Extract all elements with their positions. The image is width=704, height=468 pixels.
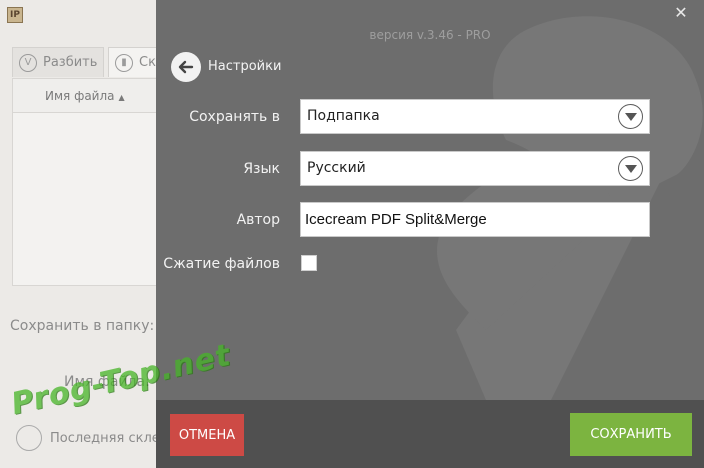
arrow-left-icon	[178, 60, 194, 74]
compress-files-checkbox[interactable]	[301, 255, 317, 271]
compress-files-label: Сжатие файлов	[163, 256, 280, 272]
file-table: Имя файла ▲	[12, 78, 162, 286]
chevron-down-icon	[618, 156, 643, 181]
author-input[interactable]	[300, 202, 650, 237]
save-button[interactable]: СОХРАНИТЬ	[570, 413, 692, 456]
save-to-folder-label: Сохранить в папку:	[10, 318, 155, 334]
footer-bar: ОТМЕНА СОХРАНИТЬ	[156, 400, 704, 468]
tab-split-label: Разбить	[43, 55, 98, 70]
close-button[interactable]: ✕	[672, 4, 690, 22]
version-label: версия v.3.46 - PRO	[369, 28, 491, 42]
language-select[interactable]: Русский	[300, 151, 650, 186]
last-split-button[interactable]: Последняя склей	[16, 425, 168, 451]
column-header-label: Имя файла	[45, 89, 115, 103]
merge-icon: ▮	[115, 53, 133, 72]
settings-title: Настройки	[208, 59, 282, 74]
folder-icon	[16, 425, 42, 451]
app-logo-icon: IP	[7, 7, 23, 23]
column-header-filename[interactable]: Имя файла ▲	[13, 79, 161, 113]
split-icon: V	[19, 53, 37, 72]
language-value: Русский	[307, 160, 366, 176]
close-icon: ✕	[674, 3, 688, 22]
settings-panel: версия v.3.46 - PRO ✕ Настройки Сохранят…	[156, 0, 704, 468]
last-split-label: Последняя склей	[50, 430, 169, 446]
language-label: Язык	[243, 161, 280, 177]
tab-split[interactable]: V Разбить	[12, 47, 104, 77]
author-label: Автор	[236, 212, 280, 228]
save-in-label: Сохранять в	[189, 109, 280, 125]
save-in-select[interactable]: Подпапка	[300, 99, 650, 134]
sort-ascending-icon: ▲	[118, 93, 125, 102]
save-in-value: Подпапка	[307, 108, 380, 124]
back-button[interactable]	[171, 52, 201, 82]
chevron-down-icon	[618, 104, 643, 129]
cancel-button[interactable]: ОТМЕНА	[170, 414, 244, 456]
